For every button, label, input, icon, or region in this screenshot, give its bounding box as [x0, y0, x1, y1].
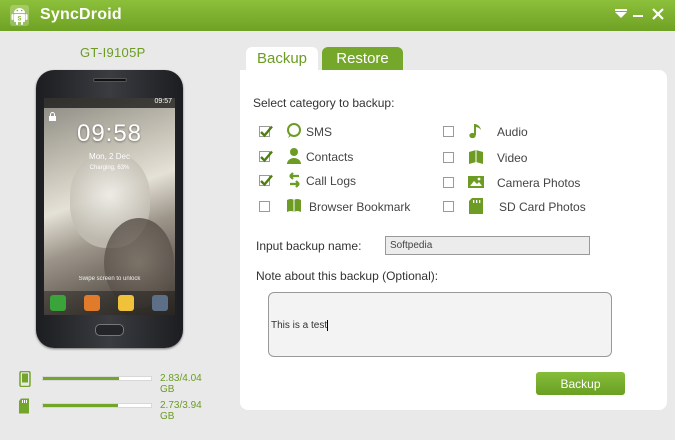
- app-title: SyncDroid: [40, 6, 122, 23]
- section-title: Select category to backup:: [253, 96, 395, 110]
- note-textarea[interactable]: This is a test: [268, 292, 612, 357]
- music-note-icon: [469, 124, 481, 139]
- phone-dock: [44, 291, 175, 315]
- photo-icon: [468, 176, 484, 188]
- camera-app-icon: [152, 295, 168, 311]
- phone-status-bar: 09:57: [44, 98, 175, 108]
- checkbox-sms[interactable]: [259, 125, 273, 138]
- category-label: Browser Bookmark: [309, 200, 411, 214]
- close-icon[interactable]: [650, 5, 666, 23]
- category-label: SD Card Photos: [499, 200, 586, 214]
- menu-icon[interactable]: [613, 6, 629, 24]
- category-label: Contacts: [306, 150, 354, 164]
- minimize-icon[interactable]: [632, 6, 644, 24]
- phone-app-icon: [50, 295, 66, 311]
- title-bar: S SyncDroid: [0, 0, 675, 31]
- sms-bubble-icon: [287, 123, 301, 138]
- contacts-app-icon: [84, 295, 100, 311]
- svg-text:S: S: [17, 17, 21, 23]
- phone-home-button: [95, 324, 124, 336]
- checkmark-icon: [260, 174, 273, 187]
- phone-preview: 09:57 09:58 Mon, 2 Dec Charging, 63% Swi…: [36, 70, 183, 348]
- sd-card-icon: [19, 398, 29, 414]
- android-logo-icon: S: [10, 5, 29, 26]
- storage-row-sd: 2.73/3.94 GB: [18, 398, 218, 422]
- tab-restore[interactable]: Restore: [322, 47, 403, 70]
- storage-fill-sd: [43, 404, 118, 407]
- checkbox-call-logs[interactable]: [259, 174, 273, 187]
- status-time: 09:57: [154, 98, 172, 105]
- note-text: This is a test: [271, 320, 328, 332]
- category-label: Camera Photos: [497, 176, 581, 190]
- text-caret: [327, 320, 329, 331]
- storage-text-sd: 2.73/3.94 GB: [160, 400, 202, 422]
- tab-backup[interactable]: Backup: [246, 47, 318, 70]
- note-label: Note about this backup (Optional):: [256, 269, 439, 283]
- lock-swipe-hint: Swipe screen to unlock: [78, 276, 141, 282]
- category-label: Call Logs: [306, 174, 357, 188]
- backup-button[interactable]: Backup: [536, 372, 625, 395]
- lock-charging: Charging, 63%: [89, 165, 130, 171]
- checkbox-sd-card-photos[interactable]: [443, 201, 454, 212]
- storage-bar-phone: [42, 376, 152, 381]
- sd-card-photo-icon: [469, 198, 483, 214]
- messaging-app-icon: [118, 295, 134, 311]
- storage-row-phone: 2.83/4.04 GB: [18, 371, 218, 395]
- checkbox-camera-photos[interactable]: [443, 177, 454, 188]
- lock-date: Mon, 2 Dec: [89, 152, 130, 161]
- category-label: SMS: [306, 125, 333, 139]
- storage-text-phone: 2.83/4.04 GB: [160, 373, 202, 395]
- checkmark-icon: [260, 125, 273, 138]
- storage-bar-sd: [42, 403, 152, 408]
- checkmark-icon: [260, 150, 273, 163]
- phone-screen: 09:57 09:58 Mon, 2 Dec Charging, 63% Swi…: [44, 98, 175, 315]
- lock-clock: 09:58: [76, 120, 143, 147]
- phone-storage-icon: [19, 371, 31, 387]
- category-label: Video: [497, 151, 528, 165]
- backup-name-label: Input backup name:: [256, 239, 362, 253]
- checkbox-video[interactable]: [443, 152, 454, 163]
- device-name: GT-I9105P: [80, 45, 146, 60]
- checkbox-contacts[interactable]: [259, 150, 273, 163]
- checkbox-audio[interactable]: [443, 126, 454, 137]
- checkbox-browser-bookmark[interactable]: [259, 201, 270, 212]
- category-label: Audio: [497, 125, 528, 139]
- call-log-arrows-icon: [289, 172, 300, 188]
- phone-speaker: [93, 78, 127, 82]
- bookmark-book-icon: [287, 199, 301, 212]
- backup-name-input[interactable]: Softpedia: [385, 236, 590, 255]
- video-film-icon: [469, 150, 483, 164]
- contact-person-icon: [287, 148, 301, 164]
- storage-fill-phone: [43, 377, 119, 380]
